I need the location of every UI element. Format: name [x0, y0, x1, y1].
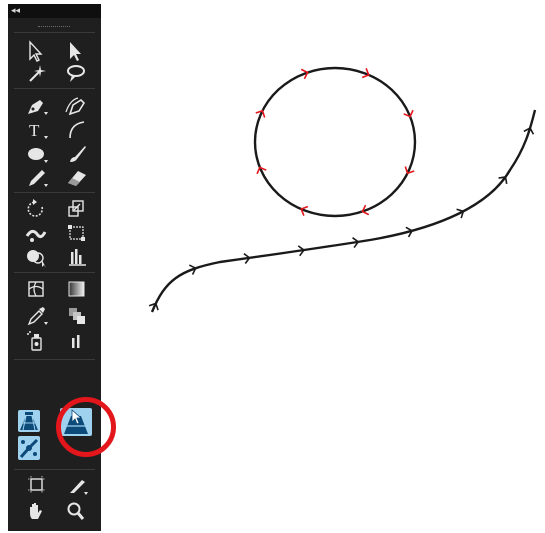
- arc-icon: [69, 121, 85, 139]
- gradient-icon: [68, 281, 85, 297]
- scale-icon: [68, 200, 84, 217]
- slice-icon: [70, 480, 88, 495]
- blend-tool[interactable]: [58, 304, 94, 326]
- arrow-filled-icon: [70, 42, 81, 61]
- perspective-grid-tool[interactable]: [18, 410, 40, 432]
- shape-builder-icon: [27, 250, 46, 268]
- divider: [14, 359, 95, 360]
- blend-icon: [69, 308, 85, 324]
- s-curve-path[interactable]: [150, 109, 537, 313]
- highlight-circle: [56, 397, 116, 457]
- artboard-canvas[interactable]: [110, 0, 545, 533]
- artboard-icon: [28, 476, 45, 494]
- artboard-tool[interactable]: [18, 474, 54, 496]
- tools-panel: ◂◂ T: [8, 4, 116, 531]
- lasso-tool[interactable]: [58, 62, 94, 84]
- gradient-tool[interactable]: [58, 278, 94, 300]
- hand-icon: [30, 503, 42, 519]
- symbol-sprayer-tool[interactable]: [18, 330, 54, 352]
- arrow-outline-icon: [29, 40, 43, 62]
- divider: [14, 32, 95, 33]
- paintbrush-tool[interactable]: [58, 142, 94, 164]
- divider: [14, 469, 95, 470]
- circle-path[interactable]: [253, 66, 417, 218]
- symbol-sprayer-icon: [27, 331, 42, 351]
- panel-grip[interactable]: [38, 26, 70, 27]
- free-transform-tool[interactable]: [58, 222, 94, 244]
- eyedropper-tool[interactable]: [18, 304, 54, 326]
- puppet-warp-icon: [19, 438, 39, 458]
- direct-selection-tool[interactable]: [58, 40, 94, 62]
- pen-icon: [28, 100, 48, 115]
- magic-wand-icon: [29, 65, 46, 82]
- graph-icon: [69, 249, 86, 266]
- warp-icon: [25, 229, 47, 242]
- mesh-icon: [28, 281, 44, 297]
- brush-icon: [70, 146, 86, 162]
- curvature-tool[interactable]: [58, 94, 94, 116]
- canvas-svg: [148, 66, 537, 313]
- eraser-tool[interactable]: [58, 166, 94, 188]
- rotate-icon: [27, 199, 44, 217]
- puppet-warp-tool[interactable]: [18, 436, 40, 460]
- rotate-tool[interactable]: [18, 198, 54, 220]
- ellipse-tool[interactable]: [18, 142, 54, 164]
- s-curve-path-arrows: [148, 126, 535, 311]
- type-tool[interactable]: T: [18, 118, 54, 140]
- type-tool-label: T: [29, 121, 40, 140]
- magic-wand-tool[interactable]: [18, 62, 54, 84]
- mesh-tool[interactable]: [18, 278, 54, 300]
- lasso-icon: [67, 65, 85, 82]
- bar-graph-icon: [72, 335, 80, 348]
- perspective-grid-icon: [20, 412, 38, 431]
- divider: [14, 192, 95, 193]
- shape-builder-tool[interactable]: [18, 246, 54, 268]
- type-icon: T: [29, 121, 48, 140]
- pencil-tool[interactable]: [18, 166, 54, 188]
- scale-tool[interactable]: [58, 198, 94, 220]
- curvature-pen-icon: [65, 97, 86, 116]
- pen-tool[interactable]: [18, 94, 54, 116]
- eyedropper-icon: [27, 307, 48, 326]
- line-segment-tool[interactable]: [58, 118, 94, 140]
- zoom-icon: [67, 502, 85, 520]
- ellipse-icon: [28, 148, 48, 163]
- collapse-panel-button[interactable]: ◂◂: [8, 4, 101, 18]
- pencil-icon: [29, 170, 48, 187]
- hand-tool[interactable]: [18, 500, 54, 522]
- warp-tool[interactable]: [18, 222, 54, 244]
- column-graph-tool[interactable]: [58, 246, 94, 268]
- slice-tool[interactable]: [58, 474, 94, 496]
- divider: [14, 88, 95, 89]
- divider: [14, 272, 95, 273]
- selection-tool[interactable]: [18, 40, 54, 62]
- free-transform-icon: [68, 225, 85, 241]
- eraser-icon: [68, 171, 86, 186]
- bar-graph-tool[interactable]: [58, 330, 94, 352]
- zoom-tool[interactable]: [58, 500, 94, 522]
